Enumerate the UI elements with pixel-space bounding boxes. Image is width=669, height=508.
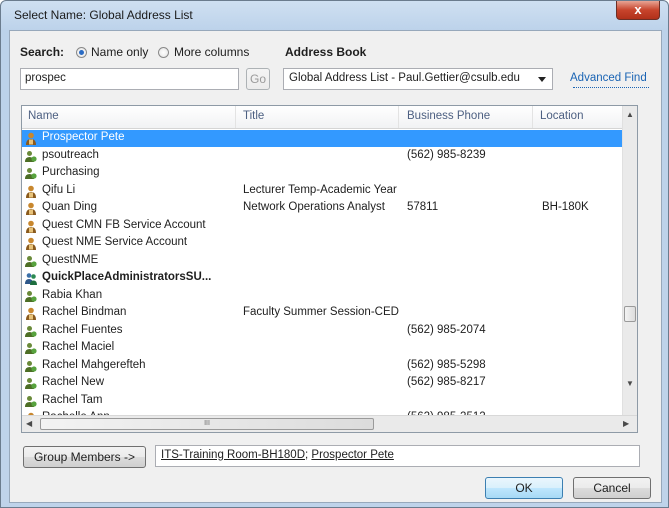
cell-name: Rachel New (42, 376, 104, 388)
cell-name: Rachel Bindman (42, 306, 127, 318)
column-divider[interactable] (398, 106, 399, 128)
list-row[interactable]: QuickPlaceAdministratorsSU... (22, 270, 625, 287)
list-row[interactable]: Rachel Tam (22, 393, 625, 410)
search-input[interactable]: prospec (20, 68, 239, 90)
cell-title: Lecturer Temp-Academic Year (243, 183, 397, 196)
scroll-right-arrow[interactable]: ▶ (623, 419, 629, 428)
close-button[interactable]: x (616, 1, 660, 20)
list-row[interactable]: Rachel Mahgerefteh (562) 985-5298 (22, 358, 625, 375)
column-title[interactable]: Title (243, 110, 264, 122)
cell-phone: (562) 985-2074 (407, 323, 486, 336)
scroll-down-arrow[interactable]: ▼ (626, 379, 634, 388)
contact-icon (25, 342, 37, 355)
contact-icon (25, 150, 37, 163)
contact-icon (25, 325, 37, 338)
cell-phone: (562) 985-5298 (407, 358, 486, 371)
horizontal-scrollbar[interactable]: ◀ III ▶ (22, 415, 637, 432)
column-divider[interactable] (532, 106, 533, 128)
list-row[interactable]: Qifu Li Lecturer Temp-Academic Year (22, 183, 625, 200)
advanced-find-link[interactable]: Advanced Find (570, 72, 647, 84)
column-business-phone[interactable]: Business Phone (407, 110, 490, 122)
cell-name: psoutreach (42, 148, 99, 161)
address-book-label: Address Book (285, 45, 367, 59)
select-name-dialog: Select Name: Global Address List x Searc… (0, 0, 669, 508)
contact-icon (25, 377, 37, 390)
list-row[interactable]: Rachel Maciel (22, 340, 625, 357)
column-location[interactable]: Location (540, 110, 583, 122)
list-row[interactable]: Rachel New (562) 985-8217 (22, 375, 625, 392)
list-row[interactable]: Quan Ding Network Operations Analyst 57811… (22, 200, 625, 217)
list-row[interactable]: Quest CMN FB Service Account (22, 218, 625, 235)
cell-title: Network Operations Analyst (243, 201, 385, 213)
column-divider[interactable] (235, 106, 236, 128)
cell-name: Quest CMN FB Service Account (42, 218, 206, 231)
cell-name: Purchasing (42, 166, 100, 178)
cell-phone: 57811 (407, 201, 439, 213)
user-icon (25, 220, 37, 233)
group-icon (25, 272, 37, 285)
user-icon (25, 307, 37, 320)
cell-phone: (562) 985-8217 (407, 376, 486, 388)
list-row[interactable]: Purchasing (22, 165, 625, 182)
cell-name: Rachel Maciel (42, 341, 115, 353)
group-members-button[interactable]: Group Members -> (23, 446, 146, 468)
list-header: Name Title Business Phone Location (22, 106, 625, 129)
list-row[interactable]: Prospector Pete (22, 130, 625, 147)
ok-button[interactable]: OK (485, 477, 563, 499)
column-name[interactable]: Name (28, 110, 59, 122)
member-entry[interactable]: Prospector Pete (311, 449, 393, 461)
cell-location: BH-180K (542, 201, 589, 213)
chevron-down-icon (538, 77, 546, 82)
cell-name: Quest NME Service Account (42, 236, 188, 248)
user-icon (25, 185, 37, 198)
user-icon (25, 237, 37, 250)
name-only-radio[interactable] (76, 47, 87, 58)
advanced-find-underline (573, 86, 649, 88)
member-entry[interactable]: ITS-Training Room-BH180D (161, 449, 305, 461)
window-title: Select Name: Global Address List (14, 8, 193, 22)
search-label: Search: (20, 45, 65, 59)
list-row[interactable]: Rabia Khan (22, 288, 625, 305)
list-row[interactable]: Rachel Fuentes (562) 985-2074 (22, 323, 625, 340)
cell-title: Faculty Summer Session-CED (243, 306, 399, 318)
cell-name: QuestNME (42, 253, 99, 266)
contact-icon (25, 290, 37, 303)
cell-name: Rachel Mahgerefteh (42, 358, 146, 371)
cell-name: Rachel Fuentes (42, 323, 123, 336)
list-row[interactable]: psoutreach (562) 985-8239 (22, 148, 625, 165)
go-button[interactable]: Go (246, 68, 270, 90)
cell-name: Prospector Pete (42, 131, 125, 143)
list-row[interactable]: Quest NME Service Account (22, 235, 625, 252)
address-book-dropdown[interactable]: Global Address List - Paul.Gettier@csulb… (283, 68, 553, 90)
list-row[interactable]: QuestNME (22, 253, 625, 270)
cell-name: Rachel Tam (42, 393, 103, 406)
vertical-scroll-thumb[interactable] (624, 306, 636, 322)
cell-name: QuickPlaceAdministratorsSU... (42, 271, 212, 283)
scroll-up-arrow[interactable]: ▲ (626, 110, 634, 119)
scroll-left-arrow[interactable]: ◀ (26, 419, 32, 428)
contact-icon (25, 167, 37, 180)
title-bar[interactable]: Select Name: Global Address List x (1, 1, 668, 29)
address-book-value: Global Address List - Paul.Gettier@csulb… (289, 72, 520, 84)
contact-icon (25, 360, 37, 373)
user-icon (25, 202, 37, 215)
selected-members-field[interactable]: ITS-Training Room-BH180D; Prospector Pet… (155, 445, 640, 467)
contact-icon (25, 255, 37, 268)
horizontal-scroll-thumb[interactable]: III (40, 418, 374, 430)
cell-phone: (562) 985-8239 (407, 148, 486, 161)
more-columns-label[interactable]: More columns (174, 45, 249, 59)
more-columns-radio[interactable] (158, 47, 169, 58)
name-only-label[interactable]: Name only (91, 45, 148, 59)
cell-name: Rabia Khan (42, 288, 103, 301)
vertical-scrollbar[interactable]: ▲ ▼ (622, 106, 637, 416)
address-list[interactable]: Name Title Business Phone Location Prosp… (21, 105, 638, 433)
user-icon (25, 132, 37, 145)
list-row[interactable]: Rachel Bindman Faculty Summer Session-CED (22, 305, 625, 322)
contact-icon (25, 395, 37, 408)
cell-name: Quan Ding (42, 201, 97, 213)
cancel-button[interactable]: Cancel (573, 477, 651, 499)
cell-name: Qifu Li (42, 183, 76, 196)
